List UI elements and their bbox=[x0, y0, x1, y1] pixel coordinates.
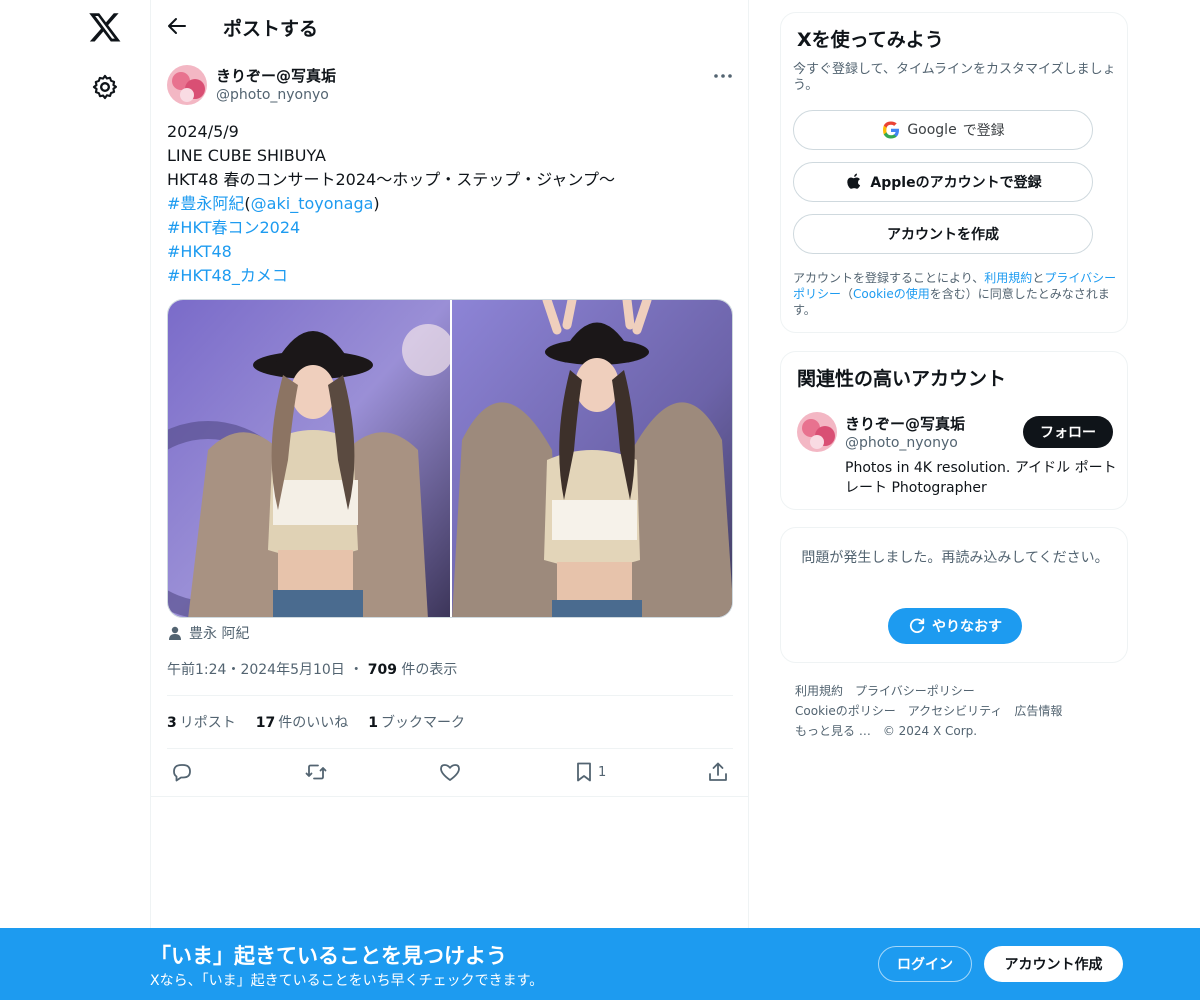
post-photo[interactable] bbox=[452, 300, 732, 617]
legal-text: （ bbox=[841, 287, 854, 301]
author-name[interactable]: きりぞー@写真垢 bbox=[216, 65, 336, 86]
signup-card: Xを使ってみよう 今すぐ登録して、タイムラインをカスタマイズしましょう。 Goo… bbox=[780, 12, 1128, 333]
divider bbox=[167, 748, 733, 749]
post-text-line: #豊永阿紀(@aki_toyonaga) bbox=[167, 192, 733, 216]
hashtag-link[interactable]: #豊永阿紀 bbox=[167, 194, 244, 213]
google-signup-button[interactable]: Google で登録 bbox=[793, 110, 1093, 150]
footer-cookie-link[interactable]: Cookieのポリシー bbox=[795, 704, 896, 718]
footer-links: 利用規約 プライバシーポリシー Cookieのポリシー アクセシビリティ 広告情報 も… bbox=[795, 681, 1125, 741]
footer-copyright: © 2024 X Corp. bbox=[882, 724, 978, 738]
gear-icon[interactable] bbox=[91, 73, 119, 101]
retry-button[interactable]: やりなおす bbox=[888, 608, 1022, 644]
divider bbox=[151, 796, 749, 797]
views-count: 709 bbox=[367, 662, 397, 678]
footer-more-link[interactable]: もっと見る … bbox=[795, 724, 871, 738]
legal-text: と bbox=[1032, 271, 1045, 285]
google-signup-suffix: で登録 bbox=[962, 123, 1005, 139]
bookmarks-count: 1 bbox=[368, 715, 378, 731]
avatar[interactable] bbox=[797, 412, 837, 452]
follow-button[interactable]: フォロー bbox=[1023, 416, 1113, 448]
person-icon bbox=[169, 626, 181, 640]
repost-icon[interactable] bbox=[304, 760, 328, 784]
tagged-person-name: 豊永 阿紀 bbox=[189, 626, 250, 642]
error-message: 問題が発生しました。再読み込みしてください。 bbox=[801, 550, 1109, 566]
create-account-button[interactable]: アカウントを作成 bbox=[793, 214, 1093, 254]
banner-title: 「いま」起きていることを見つけよう bbox=[150, 944, 507, 968]
hashtag-link[interactable]: #HKT春コン2024 bbox=[167, 216, 733, 240]
retry-label: やりなおす bbox=[932, 619, 1002, 635]
login-button[interactable]: ログイン bbox=[878, 946, 972, 982]
x-logo-icon[interactable] bbox=[88, 10, 122, 44]
apple-icon bbox=[847, 173, 861, 189]
post-text-line: LINE CUBE SHIBUYA bbox=[167, 146, 326, 165]
post-photo[interactable] bbox=[168, 300, 450, 617]
post-text: 2024/5/9 LINE CUBE SHIBUYA HKT48 春のコンサート… bbox=[167, 120, 733, 288]
post-time[interactable]: 午前1:24 bbox=[167, 662, 226, 678]
post-date[interactable]: 2024年5月10日 bbox=[240, 662, 344, 678]
post-text-line: HKT48 春のコンサート2024〜ホップ・ステップ・ジャンプ〜 bbox=[167, 170, 615, 189]
signup-banner: 「いま」起きていることを見つけよう Xなら、「いま」起きていることをいち早くチェ… bbox=[0, 928, 1200, 1000]
signup-button[interactable]: アカウント作成 bbox=[984, 946, 1123, 982]
bookmarks-label: ブックマーク bbox=[380, 715, 465, 731]
footer-privacy-link[interactable]: プライバシーポリシー bbox=[855, 684, 975, 698]
share-icon[interactable] bbox=[706, 760, 730, 784]
relevant-accounts-card: 関連性の高いアカウント きりぞー@写真垢 @photo_nyonyo フォロー … bbox=[780, 351, 1128, 510]
author-avatar[interactable] bbox=[167, 65, 207, 105]
reposts-stat[interactable]: 3 リポスト bbox=[167, 712, 236, 732]
likes-stat[interactable]: 17 件のいいね bbox=[256, 712, 348, 732]
page-title: ポストする bbox=[223, 18, 319, 40]
author-handle[interactable]: @photo_nyonyo bbox=[216, 87, 329, 103]
post-meta: 午前1:24・2024年5月10日 ・ 709 件の表示 bbox=[167, 659, 457, 679]
more-horizontal-icon[interactable] bbox=[711, 66, 735, 86]
heart-icon[interactable] bbox=[438, 760, 462, 784]
google-icon bbox=[883, 121, 900, 139]
hashtag-link[interactable]: #HKT48_カメコ bbox=[167, 264, 733, 288]
divider bbox=[167, 695, 733, 696]
meta-separator: ・ bbox=[226, 662, 241, 678]
tagged-people[interactable]: 豊永 阿紀 bbox=[167, 622, 249, 644]
main-column: ポストする きりぞー@写真垢 @photo_nyonyo 2024/5/9 LI… bbox=[150, 0, 749, 1000]
legal-text: アカウントを登録することにより、 bbox=[793, 271, 985, 285]
views-label: 件の表示 bbox=[401, 662, 458, 678]
post-stats: 3 リポスト 17 件のいいね 1 ブックマーク bbox=[167, 712, 465, 732]
relevant-title: 関連性の高いアカウント bbox=[797, 368, 1007, 390]
footer-accessibility-link[interactable]: アクセシビリティ bbox=[908, 704, 1003, 718]
bookmark-icon[interactable] bbox=[572, 760, 596, 784]
apple-signup-button[interactable]: Appleのアカウントで登録 bbox=[793, 162, 1093, 202]
reposts-count: 3 bbox=[167, 715, 177, 731]
signup-title: Xを使ってみよう bbox=[797, 29, 944, 51]
left-nav bbox=[0, 0, 150, 1000]
meta-separator: ・ bbox=[349, 662, 364, 678]
reposts-label: リポスト bbox=[179, 715, 236, 731]
hashtag-link[interactable]: #HKT48 bbox=[167, 240, 733, 264]
top-bar: ポストする bbox=[151, 0, 749, 53]
likes-count: 17 bbox=[255, 715, 276, 731]
account-bio: Photos in 4K resolution. アイドル ポートレート Pho… bbox=[845, 460, 1117, 496]
post-text-line: 2024/5/9 bbox=[167, 122, 239, 141]
banner-subtitle: Xなら、「いま」起きていることをいち早くチェックできます。 bbox=[150, 973, 544, 989]
refresh-icon bbox=[909, 618, 925, 633]
paren-close: ) bbox=[373, 194, 380, 213]
google-signup-brand: Google bbox=[907, 122, 957, 138]
bookmarks-stat[interactable]: 1 ブックマーク bbox=[368, 712, 465, 732]
post-actions: 1 bbox=[151, 760, 749, 788]
account-name[interactable]: きりぞー@写真垢 bbox=[845, 413, 965, 434]
create-account-label: アカウントを作成 bbox=[887, 227, 999, 243]
likes-label: 件のいいね bbox=[278, 715, 349, 731]
cookie-link[interactable]: Cookieの使用 bbox=[853, 287, 930, 301]
account-handle[interactable]: @photo_nyonyo bbox=[845, 435, 958, 451]
arrow-left-icon[interactable] bbox=[165, 14, 189, 38]
footer-ads-link[interactable]: 広告情報 bbox=[1014, 704, 1062, 718]
error-card: 問題が発生しました。再読み込みしてください。 やりなおす bbox=[780, 527, 1128, 663]
post-media bbox=[167, 299, 733, 618]
terms-link[interactable]: 利用規約 bbox=[984, 271, 1032, 285]
apple-signup-label: Appleのアカウントで登録 bbox=[870, 175, 1042, 191]
signup-legal-text: アカウントを登録することにより、利用規約とプライバシーポリシー（Cookieの使… bbox=[793, 270, 1123, 318]
bookmark-count: 1 bbox=[598, 765, 607, 780]
mention-link[interactable]: @aki_toyonaga bbox=[251, 194, 374, 213]
signup-subtitle: 今すぐ登録して、タイムラインをカスタマイズしましょう。 bbox=[793, 62, 1116, 93]
footer-terms-link[interactable]: 利用規約 bbox=[795, 684, 843, 698]
reply-icon[interactable] bbox=[170, 760, 194, 784]
